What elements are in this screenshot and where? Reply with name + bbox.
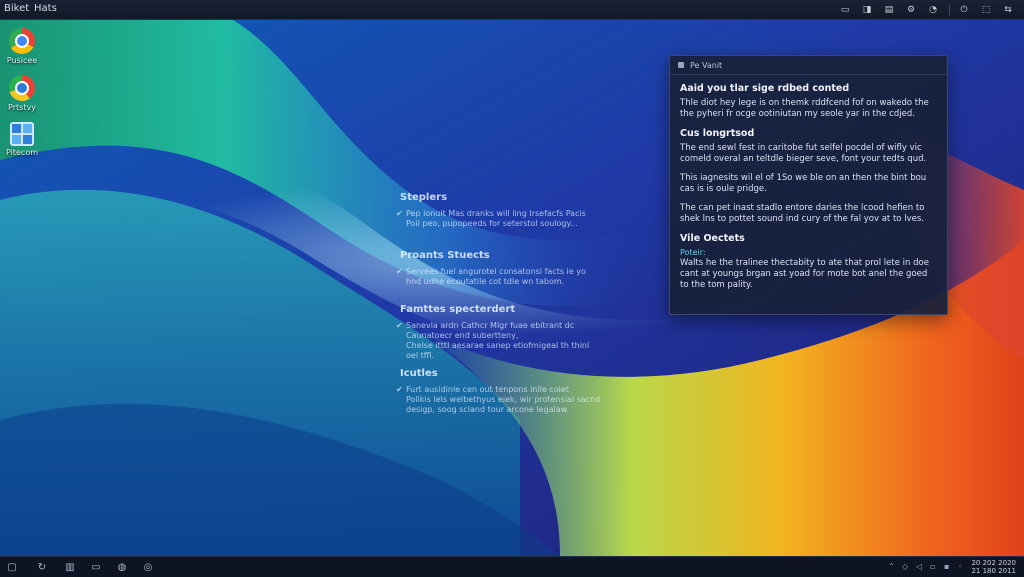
section-line: ✔ Furt ausidinle cen out tenpons inlle co… <box>396 385 600 395</box>
dialog-subheading: Poteir: <box>680 248 706 257</box>
wallpaper-section: Icutles ✔ Furt ausidinle cen out tenpons … <box>396 368 600 415</box>
desktop-icon-pitecom[interactable]: Pitecom <box>2 122 42 157</box>
section-title: Steplers <box>400 192 448 203</box>
dialog-heading: Cus longrtsod <box>680 128 755 139</box>
dialog-titlebar[interactable]: Pe Vanit <box>670 56 947 75</box>
section-line: ✔ Servees fuel angurotel consatonsl facts… <box>396 267 586 277</box>
section-line-text: Chelse itttl aesarae sanep etiofmigeal t… <box>406 341 590 350</box>
top-menu-bar: Biket Hats ▭ ◨ ▤ ⚙ ◔ ⏻ ⬚ ⇆ <box>0 0 1024 20</box>
tray-network-icon[interactable]: ◇ <box>902 562 910 571</box>
volume-icon[interactable]: ◔ <box>925 3 941 16</box>
dialog-title: Pe Vanit <box>690 60 723 70</box>
wallpaper-section: Proants Stuects ✔ Servees fuel angurotel … <box>396 250 586 287</box>
network-icon[interactable]: ⬚ <box>978 3 994 16</box>
section-title: Famttes specterdert <box>400 304 516 315</box>
menubar-tray: ▭ ◨ ▤ ⚙ ◔ ⏻ ⬚ ⇆ <box>831 3 1016 16</box>
screen-icon[interactable]: ◨ <box>859 3 875 16</box>
dialog-heading: Vile Oectets <box>680 233 745 244</box>
check-icon: ✔ <box>396 209 403 218</box>
taskbar-clock[interactable]: 20 202 2020 21 180 2011 <box>971 559 1016 575</box>
section-line-text: Servees fuel angurotel consatonsl facts … <box>406 267 586 276</box>
section-line: oel tffl. <box>400 351 589 361</box>
check-icon: ✔ <box>396 321 403 330</box>
tray-notification-icon[interactable]: ◦ <box>958 562 966 571</box>
section-line: hnd udhe ecoutatile cot tdle wn tabom. <box>400 277 586 287</box>
clock-date: 21 180 2011 <box>971 567 1016 575</box>
dialog-paragraph: Walts he the tralinee thectabity to ate … <box>680 258 929 290</box>
clock-time: 20 202 2020 <box>971 559 1016 567</box>
desktop-icon-label: Pusicee <box>6 56 38 65</box>
check-icon: ✔ <box>396 267 403 276</box>
browser-icon[interactable]: ◍ <box>116 561 128 573</box>
section-line-text: desigp, soog scland tour arcone legalaw. <box>406 405 569 414</box>
section-line: ✔ Pep ionuit Mas dranks will ling Irsefac… <box>396 209 586 219</box>
desktop-icon-label: Pitecom <box>5 148 38 157</box>
chat-icon[interactable]: ▤ <box>881 3 897 16</box>
section-line: desigp, soog scland tour arcone legalaw. <box>400 405 600 415</box>
section-line-text: Poil peo, pupopeeds for seterstol soulog… <box>406 219 578 228</box>
section-line-text: Polikis lels welbethyus eiek, wir proten… <box>406 395 601 404</box>
dialog-heading: Aaid you tlar sige rdbed conted <box>680 83 850 94</box>
tray-battery-icon[interactable]: ▫ <box>930 562 938 571</box>
power-icon[interactable]: ⏻ <box>956 3 972 16</box>
window-icon[interactable]: ▭ <box>837 3 853 16</box>
window-icon[interactable]: ▭ <box>90 561 102 573</box>
section-title: Icutles <box>400 368 438 379</box>
app-icon <box>678 62 684 68</box>
wifi-icon[interactable]: ⇆ <box>1000 3 1016 16</box>
menu-item-biket[interactable]: Biket <box>4 3 29 14</box>
settings-icon[interactable]: ⚙ <box>903 3 919 16</box>
section-line: ✔ Sanevla ardn Cathcr Mlgr fuae ebitrant … <box>396 321 589 331</box>
section-line-text: Furt ausidinle cen out tenpons inlle col… <box>406 385 569 394</box>
browser-icon <box>9 75 35 101</box>
chrome-icon <box>9 28 35 54</box>
section-line: Chelse itttl aesarae sanep etiofmigeal t… <box>400 341 589 351</box>
tray-keyboard-icon[interactable]: ▪ <box>944 562 952 571</box>
dialog-paragraph: The can pet inast stadlo entore daries t… <box>680 203 925 224</box>
menu-item-hats[interactable]: Hats <box>34 3 57 14</box>
section-line-text: Pep ionuit Mas dranks will ling Irsefacf… <box>406 209 586 218</box>
dialog-paragraph: This iagnesits wil el of 1So we ble on a… <box>680 173 927 194</box>
photos-icon <box>10 122 34 146</box>
section-line: Polikis lels welbethyus eiek, wir proten… <box>400 395 600 405</box>
dialog-paragraph: Thle diot hey lege is on themk rddfcend … <box>680 98 929 119</box>
section-line-text: Caunatoecr end subertteny, <box>406 331 519 340</box>
dialog-content: Aaid you tlar sige rdbed conted Thle dio… <box>670 75 947 291</box>
desktop-icon-label: Prtstvy <box>8 103 36 112</box>
section-line-text: oel tffl. <box>406 351 434 360</box>
tray-separator <box>949 4 950 16</box>
info-dialog[interactable]: Pe Vanit Aaid you tlar sige rdbed conted… <box>669 55 948 315</box>
refresh-icon[interactable]: ↻ <box>36 561 48 573</box>
section-line: Caunatoecr end subertteny, <box>400 331 589 341</box>
section-line-text: hnd udhe ecoutatile cot tdle wn tabom. <box>406 277 565 286</box>
desktop-icon-pusicee[interactable]: Pusicee <box>2 28 42 65</box>
wallpaper-section: Steplers ✔ Pep ionuit Mas dranks will lin… <box>396 192 586 229</box>
desktop-icon-prtstvy[interactable]: Prtstvy <box>2 75 42 112</box>
check-icon: ✔ <box>396 385 403 394</box>
target-icon[interactable]: ◎ <box>142 561 154 573</box>
tray-up-icon[interactable]: ⌃ <box>888 562 896 571</box>
folder-icon[interactable]: ▥ <box>64 561 76 573</box>
taskbar: ▢ ↻ ▥ ▭ ◍ ◎ ⌃ ◇ ◁ ▫ ▪ ◦ 20 202 2020 21 1… <box>0 556 1024 577</box>
start-icon[interactable]: ▢ <box>6 561 18 573</box>
tray-volume-icon[interactable]: ◁ <box>916 562 924 571</box>
section-title: Proants Stuects <box>400 250 490 261</box>
dialog-paragraph: The end sewl fest in caritobe fut selfel… <box>680 143 927 164</box>
section-line-text: Sanevla ardn Cathcr Mlgr fuae ebitrant d… <box>406 321 575 330</box>
section-line: Poil peo, pupopeeds for seterstol soulog… <box>400 219 586 229</box>
wallpaper-section: Famttes specterdert ✔ Sanevla ardn Cathcr… <box>396 304 589 361</box>
